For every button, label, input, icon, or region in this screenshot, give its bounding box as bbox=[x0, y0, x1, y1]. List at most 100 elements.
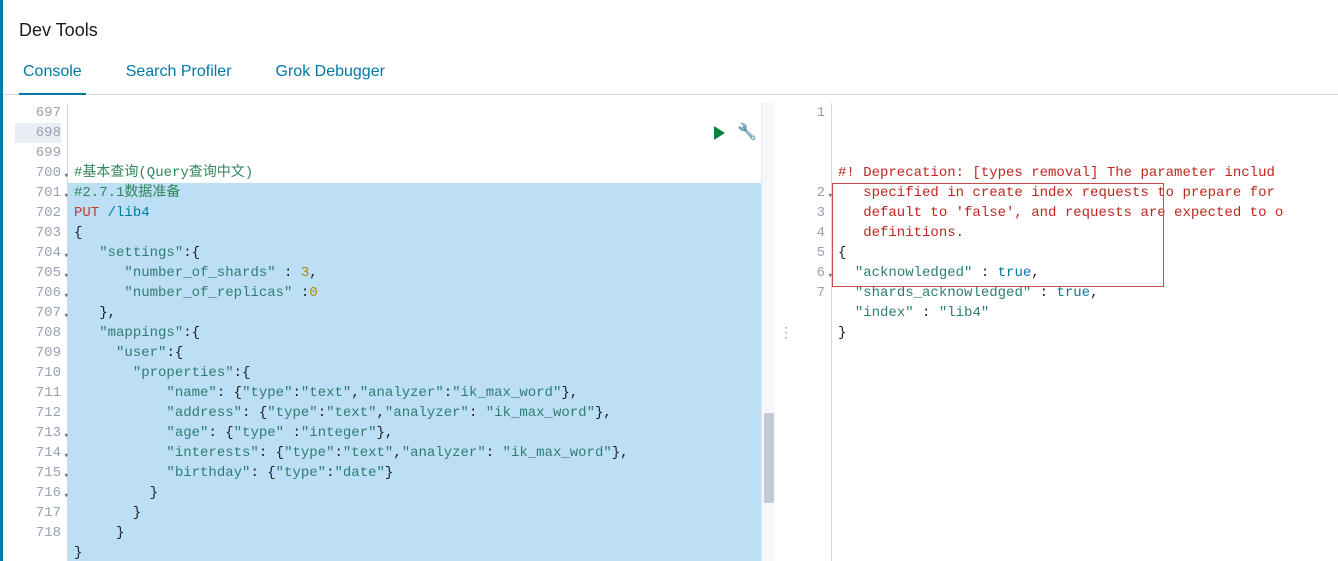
token: : { bbox=[242, 405, 267, 421]
token: :{ bbox=[183, 325, 200, 341]
token bbox=[74, 265, 124, 281]
code-line[interactable]: "birthday": {"type":"date"} bbox=[68, 463, 775, 483]
code-line[interactable]: "number_of_shards" : 3, bbox=[68, 263, 775, 283]
code-line[interactable]: } bbox=[832, 323, 1338, 343]
token bbox=[74, 445, 166, 461]
token: "date" bbox=[334, 465, 384, 481]
token: : { bbox=[259, 445, 284, 461]
line-number: 6▾ bbox=[795, 263, 825, 283]
code-line[interactable]: "index" : "lib4" bbox=[832, 303, 1338, 323]
code-line[interactable]: #2.7.1数据准备 bbox=[68, 183, 775, 203]
token: "age" bbox=[166, 425, 208, 441]
line-number: 7 bbox=[795, 283, 825, 303]
token: : { bbox=[250, 465, 275, 481]
token bbox=[74, 285, 124, 301]
token: "type" bbox=[242, 385, 292, 401]
line-number: 711 bbox=[15, 383, 61, 403]
tab-grok-debugger[interactable]: Grok Debugger bbox=[272, 57, 389, 95]
token: "interests" bbox=[166, 445, 258, 461]
code-line[interactable]: "acknowledged" : true, bbox=[832, 263, 1338, 283]
tab-console[interactable]: Console bbox=[19, 57, 86, 95]
token: "type" bbox=[276, 465, 326, 481]
code-line[interactable]: { bbox=[832, 243, 1338, 263]
token: } bbox=[74, 485, 158, 501]
code-line[interactable]: "settings":{ bbox=[68, 243, 775, 263]
code-line[interactable]: "user":{ bbox=[68, 343, 775, 363]
code-line[interactable]: } bbox=[68, 523, 775, 543]
line-number: 716▾ bbox=[15, 483, 61, 503]
line-number: 1 bbox=[795, 103, 825, 183]
wrench-icon[interactable]: 🔧 bbox=[737, 123, 757, 143]
code-line[interactable]: "age": {"type" :"integer"}, bbox=[68, 423, 775, 443]
pane-splitter[interactable]: ⋮ bbox=[775, 103, 795, 561]
line-number: 717 bbox=[15, 503, 61, 523]
tab-search-profiler[interactable]: Search Profiler bbox=[122, 57, 236, 95]
page-title: Dev Tools bbox=[3, 12, 1338, 47]
code-line[interactable]: PUT /lib4 bbox=[68, 203, 775, 223]
token: #! Deprecation: [types removal] The para… bbox=[838, 165, 1283, 241]
token: :{ bbox=[183, 245, 200, 261]
token: : bbox=[284, 425, 301, 441]
code-line[interactable]: } bbox=[68, 543, 775, 561]
code-line[interactable]: "name": {"type":"text","analyzer":"ik_ma… bbox=[68, 383, 775, 403]
play-icon[interactable] bbox=[714, 126, 725, 140]
token: , bbox=[377, 405, 385, 421]
code-line[interactable]: "mappings":{ bbox=[68, 323, 775, 343]
token: }, bbox=[612, 445, 629, 461]
code-line[interactable]: #! Deprecation: [types removal] The para… bbox=[832, 163, 1338, 243]
token: : { bbox=[217, 385, 242, 401]
code-line[interactable]: } bbox=[68, 483, 775, 503]
line-number: 710 bbox=[15, 363, 61, 383]
token bbox=[74, 405, 166, 421]
token bbox=[74, 465, 166, 481]
token bbox=[838, 265, 855, 281]
line-number: 704▾ bbox=[15, 243, 61, 263]
token: "user" bbox=[116, 345, 166, 361]
editor-scrollbar[interactable] bbox=[761, 103, 775, 561]
code-line[interactable]: "properties":{ bbox=[68, 363, 775, 383]
token: "text" bbox=[301, 385, 351, 401]
line-number: 718 bbox=[15, 523, 61, 543]
token: "name" bbox=[166, 385, 216, 401]
code-line[interactable] bbox=[832, 343, 1338, 363]
token: "acknowledged" bbox=[855, 265, 973, 281]
token: : bbox=[276, 265, 301, 281]
editor-gutter: 697698699700▾701▾702703704▾705▾706▾707▾7… bbox=[15, 103, 67, 561]
code-line[interactable]: "shards_acknowledged" : true, bbox=[832, 283, 1338, 303]
line-number: 701▾ bbox=[15, 183, 61, 203]
token: , bbox=[1031, 265, 1039, 281]
token: }, bbox=[377, 425, 394, 441]
token: : bbox=[318, 405, 326, 421]
token: PUT bbox=[74, 205, 108, 221]
line-number: 4 bbox=[795, 223, 825, 243]
code-line[interactable]: "number_of_replicas" :0 bbox=[68, 283, 775, 303]
token: "number_of_shards" bbox=[124, 265, 275, 281]
line-number: 706▾ bbox=[15, 283, 61, 303]
token: "birthday" bbox=[166, 465, 250, 481]
line-number: 697 bbox=[15, 103, 61, 123]
code-line[interactable]: "address": {"type":"text","analyzer": "i… bbox=[68, 403, 775, 423]
line-number: 707▾ bbox=[15, 303, 61, 323]
token: } bbox=[838, 325, 846, 341]
code-line[interactable]: #基本查询(Query查询中文) bbox=[68, 163, 775, 183]
editor-code[interactable]: #基本查询(Query查询中文)#2.7.1数据准备PUT /lib4 { "se… bbox=[68, 103, 775, 561]
token: , bbox=[1090, 285, 1098, 301]
token: "properties" bbox=[133, 365, 234, 381]
line-number: 3 bbox=[795, 203, 825, 223]
response-code[interactable]: #! Deprecation: [types removal] The para… bbox=[832, 103, 1338, 561]
token: : bbox=[444, 385, 452, 401]
code-line[interactable]: } bbox=[68, 503, 775, 523]
code-line[interactable]: "interests": {"type":"text","analyzer": … bbox=[68, 443, 775, 463]
token: { bbox=[74, 225, 82, 241]
code-line[interactable]: { bbox=[68, 223, 775, 243]
token: } bbox=[385, 465, 393, 481]
line-number: 700▾ bbox=[15, 163, 61, 183]
request-editor: 697698699700▾701▾702703704▾705▾706▾707▾7… bbox=[15, 103, 775, 561]
scroll-thumb[interactable] bbox=[764, 413, 774, 503]
token: "mappings" bbox=[99, 325, 183, 341]
token bbox=[74, 345, 116, 361]
token bbox=[74, 325, 99, 341]
token: } bbox=[74, 525, 124, 541]
line-number: 5 bbox=[795, 243, 825, 263]
code-line[interactable]: }, bbox=[68, 303, 775, 323]
